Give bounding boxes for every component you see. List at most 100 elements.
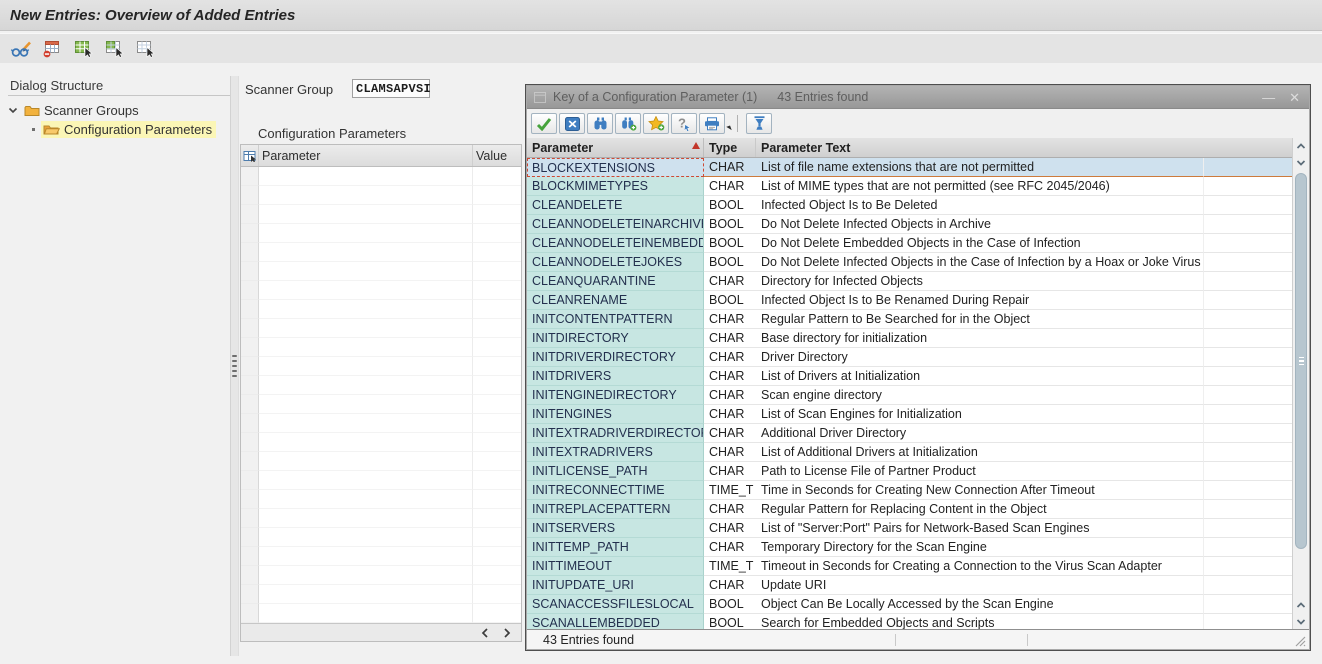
type-cell[interactable]: CHAR <box>704 538 756 557</box>
parameter-text-cell[interactable]: Driver Directory <box>756 348 1204 367</box>
select-all-button[interactable] <box>71 38 95 60</box>
row-selector[interactable] <box>241 604 259 623</box>
parameter-cell[interactable] <box>259 224 473 243</box>
parameter-cell[interactable] <box>259 262 473 281</box>
popup-titlebar[interactable]: Key of a Configuration Parameter (1) 43 … <box>527 86 1309 109</box>
scroll-up-button-bottom[interactable] <box>1293 597 1309 613</box>
parameter-text-cell[interactable]: Do Not Delete Infected Objects in the Ca… <box>756 253 1204 272</box>
table-row[interactable]: INITEXTRADRIVERSCHARList of Additional D… <box>527 443 1292 462</box>
find-next-button[interactable] <box>615 113 641 134</box>
empty-table-row[interactable] <box>241 490 521 509</box>
parameter-cell[interactable]: INITREPLACEPATTERN <box>527 500 704 519</box>
parameter-cell[interactable]: INITCONTENTPATTERN <box>527 310 704 329</box>
empty-table-row[interactable] <box>241 357 521 376</box>
select-block-button[interactable] <box>102 38 126 60</box>
table-row[interactable]: INITDRIVERSCHARList of Drivers at Initia… <box>527 367 1292 386</box>
parameter-cell[interactable]: INITLICENSE_PATH <box>527 462 704 481</box>
type-cell[interactable]: CHAR <box>704 576 756 595</box>
parameter-cell[interactable]: CLEANRENAME <box>527 291 704 310</box>
row-selector[interactable] <box>241 186 259 205</box>
type-cell[interactable]: CHAR <box>704 519 756 538</box>
row-selector[interactable] <box>241 471 259 490</box>
parameter-cell[interactable]: INITENGINES <box>527 405 704 424</box>
table-row[interactable]: INITREPLACEPATTERNCHARRegular Pattern fo… <box>527 500 1292 519</box>
parameter-text-cell[interactable]: Timeout in Seconds for Creating a Connec… <box>756 557 1204 576</box>
value-cell[interactable] <box>473 167 521 186</box>
type-cell[interactable]: CHAR <box>704 310 756 329</box>
value-cell[interactable] <box>473 471 521 490</box>
parameter-text-cell[interactable]: Additional Driver Directory <box>756 424 1204 443</box>
value-cell[interactable] <box>473 224 521 243</box>
parameter-cell[interactable] <box>259 167 473 186</box>
cancel-button[interactable] <box>559 113 585 134</box>
empty-table-row[interactable] <box>241 186 521 205</box>
parameter-text-cell[interactable]: Base directory for initialization <box>756 329 1204 348</box>
parameter-cell[interactable]: INITDIRECTORY <box>527 329 704 348</box>
table-row[interactable]: INITEXTRADRIVERDIRECTORYCHARAdditional D… <box>527 424 1292 443</box>
table-row[interactable]: CLEANRENAMEBOOLInfected Object Is to Be … <box>527 291 1292 310</box>
parameter-cell[interactable] <box>259 376 473 395</box>
value-cell[interactable] <box>473 186 521 205</box>
row-selector[interactable] <box>241 243 259 262</box>
scrollbar-thumb[interactable] <box>1295 173 1307 549</box>
parameter-cell[interactable] <box>259 433 473 452</box>
parameter-text-cell[interactable]: Directory for Infected Objects <box>756 272 1204 291</box>
parameter-cell[interactable] <box>259 357 473 376</box>
row-selector[interactable] <box>241 414 259 433</box>
value-cell[interactable] <box>473 243 521 262</box>
value-cell[interactable] <box>473 509 521 528</box>
table-row[interactable]: INITUPDATE_URICHARUpdate URI <box>527 576 1292 595</box>
column-header-type[interactable]: Type <box>704 138 756 157</box>
row-selector[interactable] <box>241 281 259 300</box>
empty-table-row[interactable] <box>241 167 521 186</box>
value-cell[interactable] <box>473 490 521 509</box>
parameter-text-cell[interactable]: Regular Pattern for Replacing Content in… <box>756 500 1204 519</box>
find-button[interactable] <box>587 113 613 134</box>
scroll-right-button[interactable] <box>503 628 511 638</box>
empty-table-row[interactable] <box>241 585 521 604</box>
empty-table-row[interactable] <box>241 338 521 357</box>
table-row[interactable]: INITTEMP_PATHCHARTemporary Directory for… <box>527 538 1292 557</box>
scroll-down-button-bottom[interactable] <box>1293 613 1309 629</box>
select-all-corner-button[interactable] <box>241 145 259 166</box>
display-change-button[interactable] <box>9 38 33 60</box>
parameter-cell[interactable]: INITTIMEOUT <box>527 557 704 576</box>
value-cell[interactable] <box>473 262 521 281</box>
type-cell[interactable]: CHAR <box>704 158 756 177</box>
parameter-text-cell[interactable]: Time in Seconds for Creating New Connect… <box>756 481 1204 500</box>
type-cell[interactable]: TIME_T <box>704 481 756 500</box>
type-cell[interactable]: CHAR <box>704 367 756 386</box>
value-cell[interactable] <box>473 566 521 585</box>
parameter-text-cell[interactable]: List of "Server:Port" Pairs for Network-… <box>756 519 1204 538</box>
empty-table-row[interactable] <box>241 281 521 300</box>
empty-table-row[interactable] <box>241 414 521 433</box>
empty-table-row[interactable] <box>241 528 521 547</box>
filter-button[interactable] <box>746 113 772 134</box>
parameter-cell[interactable] <box>259 566 473 585</box>
value-cell[interactable] <box>473 357 521 376</box>
parameter-text-cell[interactable]: List of Additional Drivers at Initializa… <box>756 443 1204 462</box>
type-cell[interactable]: CHAR <box>704 462 756 481</box>
parameter-text-cell[interactable]: Temporary Directory for the Scan Engine <box>756 538 1204 557</box>
parameter-cell[interactable]: BLOCKMIMETYPES <box>527 177 704 196</box>
parameter-cell[interactable]: INITEXTRADRIVERDIRECTORY <box>527 424 704 443</box>
row-selector[interactable] <box>241 585 259 604</box>
row-selector[interactable] <box>241 338 259 357</box>
parameter-cell[interactable]: CLEANNODELETEJOKES <box>527 253 704 272</box>
parameter-text-cell[interactable]: Search for Embedded Objects and Scripts <box>756 614 1204 629</box>
print-dropdown-icon[interactable] <box>726 125 731 131</box>
empty-table-row[interactable] <box>241 604 521 623</box>
row-selector[interactable] <box>241 395 259 414</box>
minimize-button[interactable]: — <box>1262 91 1275 104</box>
empty-table-row[interactable] <box>241 566 521 585</box>
parameter-cell[interactable] <box>259 509 473 528</box>
row-selector[interactable] <box>241 566 259 585</box>
type-cell[interactable]: BOOL <box>704 196 756 215</box>
row-selector[interactable] <box>241 376 259 395</box>
parameter-text-cell[interactable]: Scan engine directory <box>756 386 1204 405</box>
empty-table-row[interactable] <box>241 376 521 395</box>
column-header-value[interactable]: Value <box>473 145 521 166</box>
parameter-cell[interactable]: INITEXTRADRIVERS <box>527 443 704 462</box>
parameter-cell[interactable]: INITUPDATE_URI <box>527 576 704 595</box>
row-selector[interactable] <box>241 528 259 547</box>
